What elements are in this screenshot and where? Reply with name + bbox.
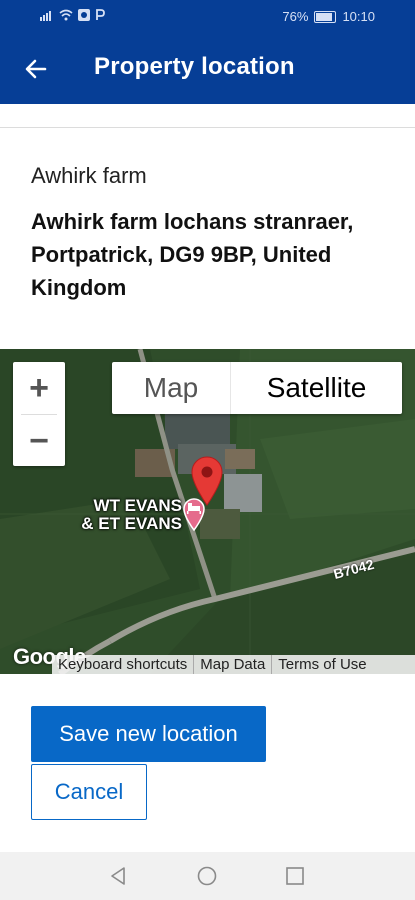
battery-percent: 76% — [282, 9, 309, 24]
back-triangle-icon[interactable] — [106, 864, 130, 888]
battery-icon — [314, 10, 337, 23]
cancel-button[interactable]: Cancel — [31, 764, 147, 820]
poi-label[interactable]: WT EVANS & ET EVANS — [78, 497, 182, 533]
map-type-map-button[interactable]: Map — [112, 362, 231, 414]
app-bar: Property location — [0, 33, 415, 104]
keyboard-shortcuts-link[interactable]: Keyboard shortcuts — [52, 655, 193, 674]
status-bar: 76% 10:10 — [0, 0, 415, 33]
poi-label-line1: WT EVANS — [93, 496, 182, 515]
clock: 10:10 — [342, 9, 375, 24]
location-name: Awhirk farm — [31, 163, 147, 188]
location-address: Awhirk farm lochans stranraer, Portpatri… — [31, 209, 354, 300]
zoom-out-button[interactable]: − — [13, 415, 65, 467]
poi-label-line2: & ET EVANS — [81, 514, 182, 533]
map-type-satellite-button[interactable]: Satellite — [231, 362, 402, 414]
signal-icon — [40, 11, 51, 21]
back-button[interactable] — [18, 51, 54, 87]
zoom-in-button[interactable]: + — [13, 362, 65, 414]
zoom-controls: + − — [13, 362, 65, 466]
map-data-link[interactable]: Map Data — [193, 655, 271, 674]
map-type-toggle: Map Satellite — [112, 362, 402, 414]
home-circle-icon[interactable] — [195, 864, 219, 888]
parking-icon — [96, 9, 105, 20]
map-attribution: Keyboard shortcuts Map Data Terms of Use — [52, 655, 415, 674]
divider — [0, 127, 415, 128]
system-nav-bar — [0, 852, 415, 900]
recents-square-icon[interactable] — [283, 864, 307, 888]
map-view[interactable]: + − Map Satellite WT EVANS & ET EVANS B7… — [0, 349, 415, 674]
location-marker-icon[interactable] — [191, 456, 223, 506]
status-icons-right: 76% 10:10 — [282, 9, 375, 24]
page-title: Property location — [94, 53, 295, 80]
record-icon — [78, 9, 90, 21]
wifi-icon — [59, 9, 73, 21]
save-new-location-button[interactable]: Save new location — [31, 706, 266, 762]
terms-of-use-link[interactable]: Terms of Use — [271, 655, 372, 674]
status-icons-left — [40, 9, 105, 21]
arrow-left-icon — [25, 59, 47, 79]
